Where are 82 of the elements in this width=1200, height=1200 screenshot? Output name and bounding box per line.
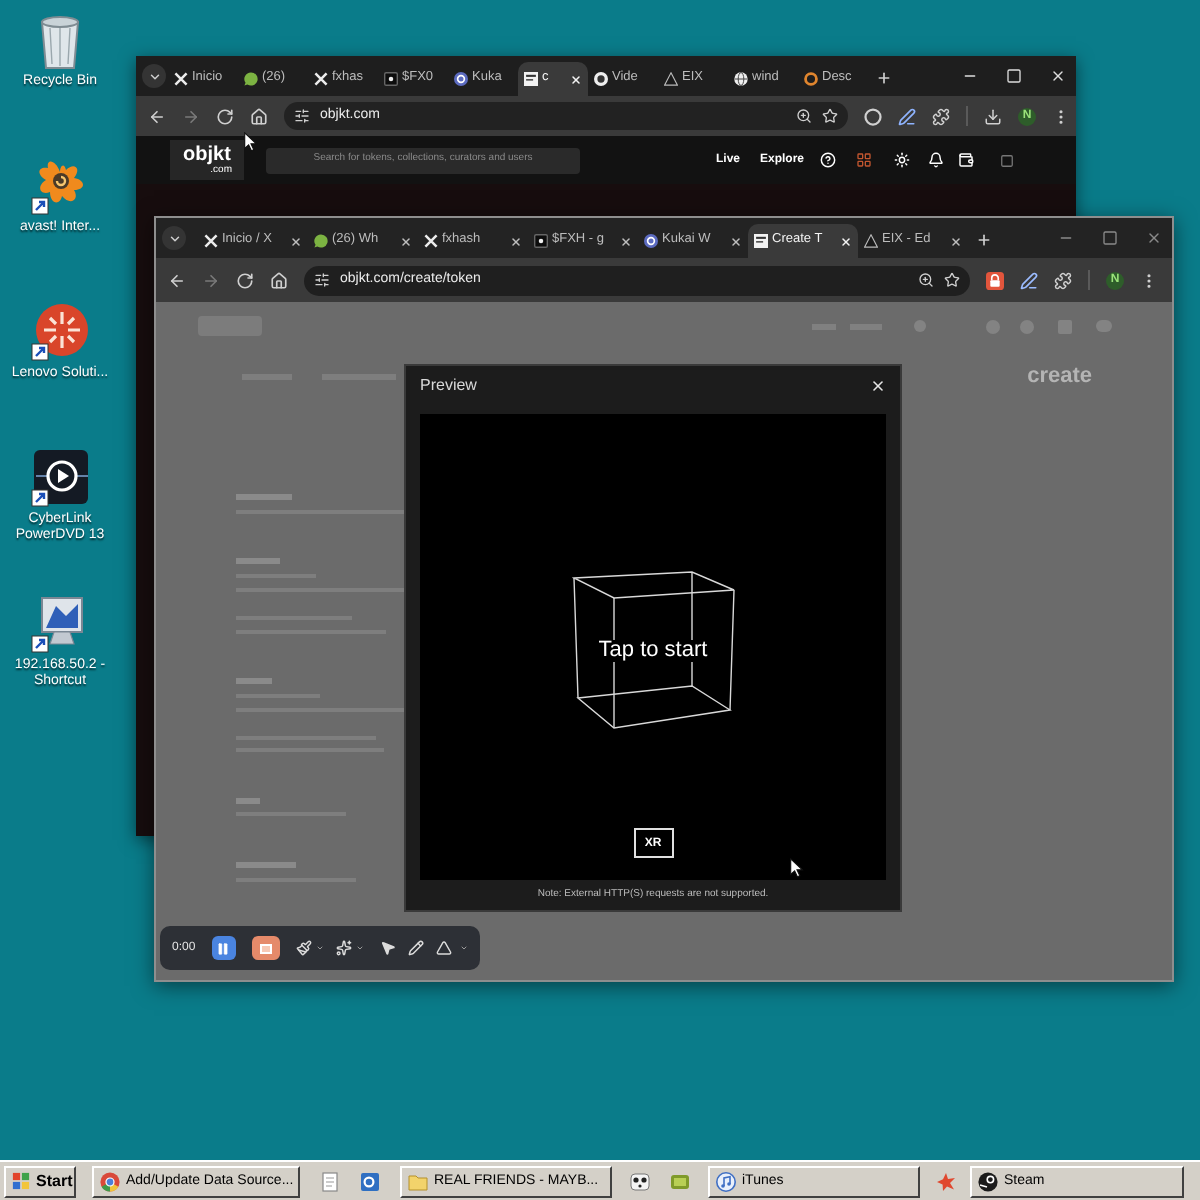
zoom-icon[interactable] bbox=[796, 108, 812, 124]
brush-icon[interactable] bbox=[295, 940, 312, 956]
forward-icon[interactable] bbox=[182, 107, 200, 125]
chevron-down-icon bbox=[167, 231, 181, 245]
round-badge-icon bbox=[644, 234, 658, 248]
home-icon[interactable] bbox=[250, 107, 268, 125]
triangle-icon bbox=[864, 234, 878, 248]
pause-icon bbox=[216, 941, 231, 955]
extension-circle-icon[interactable] bbox=[864, 107, 882, 125]
pencil-icon[interactable] bbox=[407, 940, 424, 956]
x-mark-icon bbox=[204, 234, 218, 248]
disc-logo-icon bbox=[978, 1171, 998, 1191]
start-button[interactable]: Start bbox=[4, 1165, 76, 1197]
flag-icon bbox=[12, 1172, 30, 1190]
bookmark-star-icon[interactable] bbox=[944, 272, 960, 288]
play-icon[interactable] bbox=[30, 448, 90, 508]
globe-icon bbox=[734, 72, 748, 86]
download-icon[interactable] bbox=[984, 107, 1002, 125]
back-icon[interactable] bbox=[168, 271, 186, 289]
stop-square-icon bbox=[259, 943, 272, 953]
tab-list-button[interactable] bbox=[162, 226, 186, 250]
triangle-icon bbox=[664, 72, 678, 86]
tap-to-start-text[interactable]: Tap to start bbox=[596, 639, 710, 661]
grid-icon[interactable] bbox=[856, 152, 873, 168]
maximize-icon[interactable] bbox=[1102, 230, 1118, 246]
new-tab-icon[interactable] bbox=[976, 232, 992, 248]
close-icon[interactable] bbox=[510, 235, 522, 247]
extension-pen-icon[interactable] bbox=[898, 107, 916, 125]
page-icon bbox=[524, 72, 538, 86]
x-mark-icon bbox=[174, 72, 188, 86]
spotted-tile-icon[interactable] bbox=[630, 1171, 651, 1191]
triangle-tool-icon[interactable] bbox=[435, 940, 452, 956]
wallet-icon[interactable] bbox=[958, 152, 975, 168]
note-disc-icon bbox=[716, 1171, 736, 1191]
tab-list-button[interactable] bbox=[142, 64, 166, 88]
bell-icon[interactable] bbox=[928, 152, 945, 168]
help-icon[interactable] bbox=[820, 152, 837, 168]
record-icon bbox=[594, 72, 608, 86]
app-tile-icon[interactable] bbox=[669, 1171, 690, 1191]
pointer-tool-icon[interactable] bbox=[379, 940, 396, 956]
page-icon bbox=[754, 234, 768, 248]
ring-tile-icon[interactable] bbox=[360, 1171, 380, 1191]
lock-badge-icon[interactable] bbox=[986, 271, 1004, 289]
sparkle-icon[interactable] bbox=[335, 940, 352, 956]
reload-icon[interactable] bbox=[216, 107, 234, 125]
round-emblem-icon[interactable] bbox=[30, 302, 90, 362]
starburst-icon[interactable] bbox=[935, 1171, 955, 1191]
reload-icon[interactable] bbox=[236, 271, 254, 289]
site-settings-icon[interactable] bbox=[294, 108, 310, 124]
zoom-icon[interactable] bbox=[918, 272, 934, 288]
site-settings-icon[interactable] bbox=[314, 272, 330, 288]
bookmark-star-icon[interactable] bbox=[822, 108, 838, 124]
chevron-down-icon bbox=[147, 69, 161, 83]
extensions-icon[interactable] bbox=[932, 107, 950, 125]
chat-bubble-icon bbox=[314, 234, 328, 248]
chat-bubble-icon bbox=[244, 72, 258, 86]
stop-button[interactable] bbox=[251, 936, 280, 960]
back-icon[interactable] bbox=[148, 107, 166, 125]
extensions-icon[interactable] bbox=[1054, 271, 1072, 289]
round-logo-icon bbox=[100, 1171, 120, 1191]
home-icon[interactable] bbox=[270, 271, 288, 289]
close-icon[interactable] bbox=[620, 235, 632, 247]
close-icon[interactable] bbox=[950, 235, 962, 247]
round-badge-icon bbox=[454, 72, 468, 86]
close-icon[interactable] bbox=[730, 235, 742, 247]
page-heading: create bbox=[1027, 365, 1092, 387]
new-tab-icon[interactable] bbox=[876, 70, 892, 86]
folder-icon bbox=[408, 1171, 428, 1191]
mouse-pointer-icon bbox=[790, 858, 804, 878]
close-icon[interactable] bbox=[290, 235, 302, 247]
square-tile-icon bbox=[384, 72, 398, 86]
x-mark-icon bbox=[314, 72, 328, 86]
x-mark-icon bbox=[424, 234, 438, 248]
pause-button[interactable] bbox=[211, 936, 236, 960]
forward-icon[interactable] bbox=[202, 271, 220, 289]
ring-icon bbox=[804, 72, 818, 86]
dialog-title: Preview bbox=[420, 374, 477, 398]
square-icon[interactable] bbox=[1000, 153, 1015, 167]
square-tile-icon bbox=[534, 234, 548, 248]
close-icon[interactable] bbox=[400, 235, 412, 247]
sun-icon[interactable] bbox=[894, 152, 911, 168]
extension-pen-icon[interactable] bbox=[1020, 271, 1038, 289]
